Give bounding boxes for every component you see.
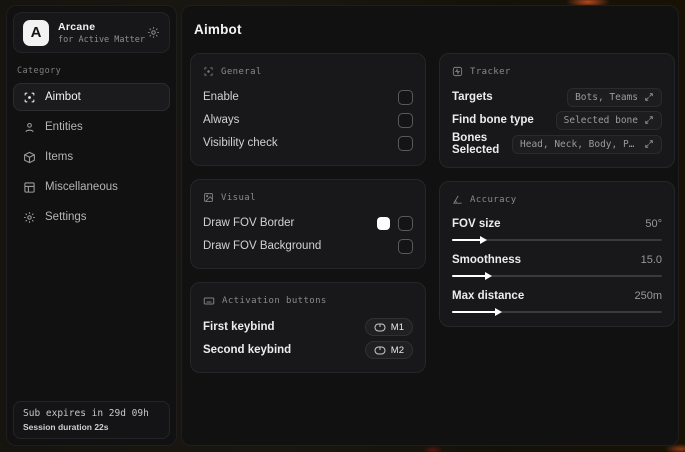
dropdown-row: Targets Bots, Teams bbox=[452, 86, 662, 108]
cube-icon bbox=[23, 151, 36, 164]
sidebar-item-entities[interactable]: Entities bbox=[13, 113, 170, 141]
category-nav: Aimbot Entities Items Miscellaneous Sett… bbox=[13, 83, 170, 231]
sidebar-item-label: Aimbot bbox=[45, 91, 81, 103]
sidebar-item-items[interactable]: Items bbox=[13, 143, 170, 171]
fov-size-slider-block: FOV size 50° bbox=[452, 214, 662, 244]
find-bone-type-dropdown[interactable]: Selected bone bbox=[555, 110, 662, 130]
enable-checkbox[interactable] bbox=[398, 89, 413, 105]
activation-card: Activation buttons First keybind M1 Seco… bbox=[190, 282, 426, 373]
subscription-info: Sub expires in 29d 09h Session duration … bbox=[13, 401, 170, 439]
max-distance-slider[interactable] bbox=[452, 308, 662, 316]
dropdown-row: Bones Selected Head, Neck, Body, Pe... bbox=[452, 132, 662, 156]
sidebar-item-label: Settings bbox=[45, 211, 87, 223]
mouse-icon bbox=[374, 323, 386, 332]
section-title: Accuracy bbox=[470, 194, 517, 205]
second-keybind-button[interactable]: M2 bbox=[364, 341, 413, 359]
keybind-row: First keybind M1 bbox=[203, 316, 413, 338]
dropdown-value: Head, Neck, Body, Pe... bbox=[520, 138, 638, 150]
visibility-check-checkbox[interactable] bbox=[398, 135, 413, 151]
slider-thumb[interactable] bbox=[480, 236, 488, 244]
draw-fov-border-checkbox[interactable] bbox=[398, 215, 413, 231]
draw-fov-background-checkbox[interactable] bbox=[398, 238, 413, 254]
brand-subtitle: for Active Matter bbox=[58, 34, 145, 45]
sidebar-item-label: Items bbox=[45, 151, 74, 163]
sidebar-item-label: Entities bbox=[45, 121, 83, 133]
brand-initial: A bbox=[30, 24, 42, 41]
max-distance-value: 250m bbox=[634, 290, 662, 302]
toggle-row: Visibility check bbox=[203, 132, 413, 154]
game-background: A Arcane for Active Matter Category Aimb… bbox=[0, 0, 685, 452]
smoothness-slider-block: Smoothness 15.0 bbox=[452, 250, 662, 280]
fov-size-slider[interactable] bbox=[452, 236, 662, 244]
max-distance-slider-block: Max distance 250m bbox=[452, 286, 662, 316]
crosshair-icon bbox=[23, 91, 36, 104]
angle-icon bbox=[452, 194, 463, 205]
brand-logo: A bbox=[23, 19, 49, 46]
brand-card: A Arcane for Active Matter bbox=[13, 12, 170, 53]
crosshair-icon bbox=[203, 66, 214, 77]
gear-icon bbox=[23, 211, 36, 224]
tracker-card: Tracker Targets Bots, Teams Find bone ty… bbox=[439, 53, 675, 168]
page-title: Aimbot bbox=[194, 22, 242, 37]
always-checkbox[interactable] bbox=[398, 112, 413, 128]
bones-selected-dropdown[interactable]: Head, Neck, Body, Pe... bbox=[512, 134, 662, 154]
sidebar: A Arcane for Active Matter Category Aimb… bbox=[6, 5, 177, 446]
fov-border-color-swatch[interactable] bbox=[377, 216, 390, 230]
keyboard-icon bbox=[203, 295, 215, 307]
gear-icon[interactable] bbox=[147, 26, 160, 39]
keybind-row: Second keybind M2 bbox=[203, 339, 413, 361]
section-title: Tracker bbox=[470, 66, 511, 77]
section-title: General bbox=[221, 66, 262, 77]
smoothness-slider[interactable] bbox=[452, 272, 662, 280]
slider-thumb[interactable] bbox=[495, 308, 503, 316]
keybind-value: M2 bbox=[390, 344, 404, 356]
general-card: General Enable Always Visibility check bbox=[190, 53, 426, 166]
accuracy-card: Accuracy FOV size 50° Smoothness 15.0 Ma… bbox=[439, 181, 675, 327]
dropdown-value: Bots, Teams bbox=[575, 91, 638, 103]
sidebar-item-settings[interactable]: Settings bbox=[13, 203, 170, 231]
image-icon bbox=[203, 192, 214, 203]
sidebar-item-aimbot[interactable]: Aimbot bbox=[13, 83, 170, 111]
visual-card: Visual Draw FOV Border Draw FOV Backgrou… bbox=[190, 179, 426, 269]
expand-icon bbox=[644, 115, 654, 125]
smoothness-value: 15.0 bbox=[640, 254, 662, 266]
sub-expiry-text: Sub expires in 29d 09h bbox=[23, 408, 149, 419]
keybind-value: M1 bbox=[390, 321, 404, 333]
section-title: Visual bbox=[221, 192, 256, 203]
section-title: Activation buttons bbox=[222, 296, 327, 306]
session-duration-text: Session duration 22s bbox=[23, 422, 109, 432]
fov-size-value: 50° bbox=[645, 218, 662, 230]
sidebar-item-label: Miscellaneous bbox=[45, 181, 118, 193]
toggle-row: Enable bbox=[203, 86, 413, 108]
activity-icon bbox=[452, 66, 463, 77]
main-content: Aimbot General Enable Always Visibility … bbox=[181, 5, 679, 446]
category-label: Category bbox=[17, 66, 62, 76]
slider-thumb[interactable] bbox=[484, 272, 492, 280]
sidebar-item-miscellaneous[interactable]: Miscellaneous bbox=[13, 173, 170, 201]
mouse-icon bbox=[374, 346, 386, 355]
brand-name: Arcane bbox=[58, 20, 96, 33]
targets-dropdown[interactable]: Bots, Teams bbox=[567, 87, 662, 107]
toggle-row: Always bbox=[203, 109, 413, 131]
dropdown-value: Selected bone bbox=[563, 114, 638, 126]
toggle-row: Draw FOV Background bbox=[203, 235, 413, 257]
dropdown-row: Find bone type Selected bone bbox=[452, 109, 662, 131]
expand-icon bbox=[644, 92, 654, 102]
first-keybind-button[interactable]: M1 bbox=[364, 318, 413, 336]
expand-icon bbox=[644, 139, 654, 149]
toggle-row: Draw FOV Border bbox=[203, 212, 413, 234]
panels-icon bbox=[23, 181, 36, 194]
cheat-menu-window: A Arcane for Active Matter Category Aimb… bbox=[6, 5, 679, 446]
person-icon bbox=[23, 121, 36, 134]
